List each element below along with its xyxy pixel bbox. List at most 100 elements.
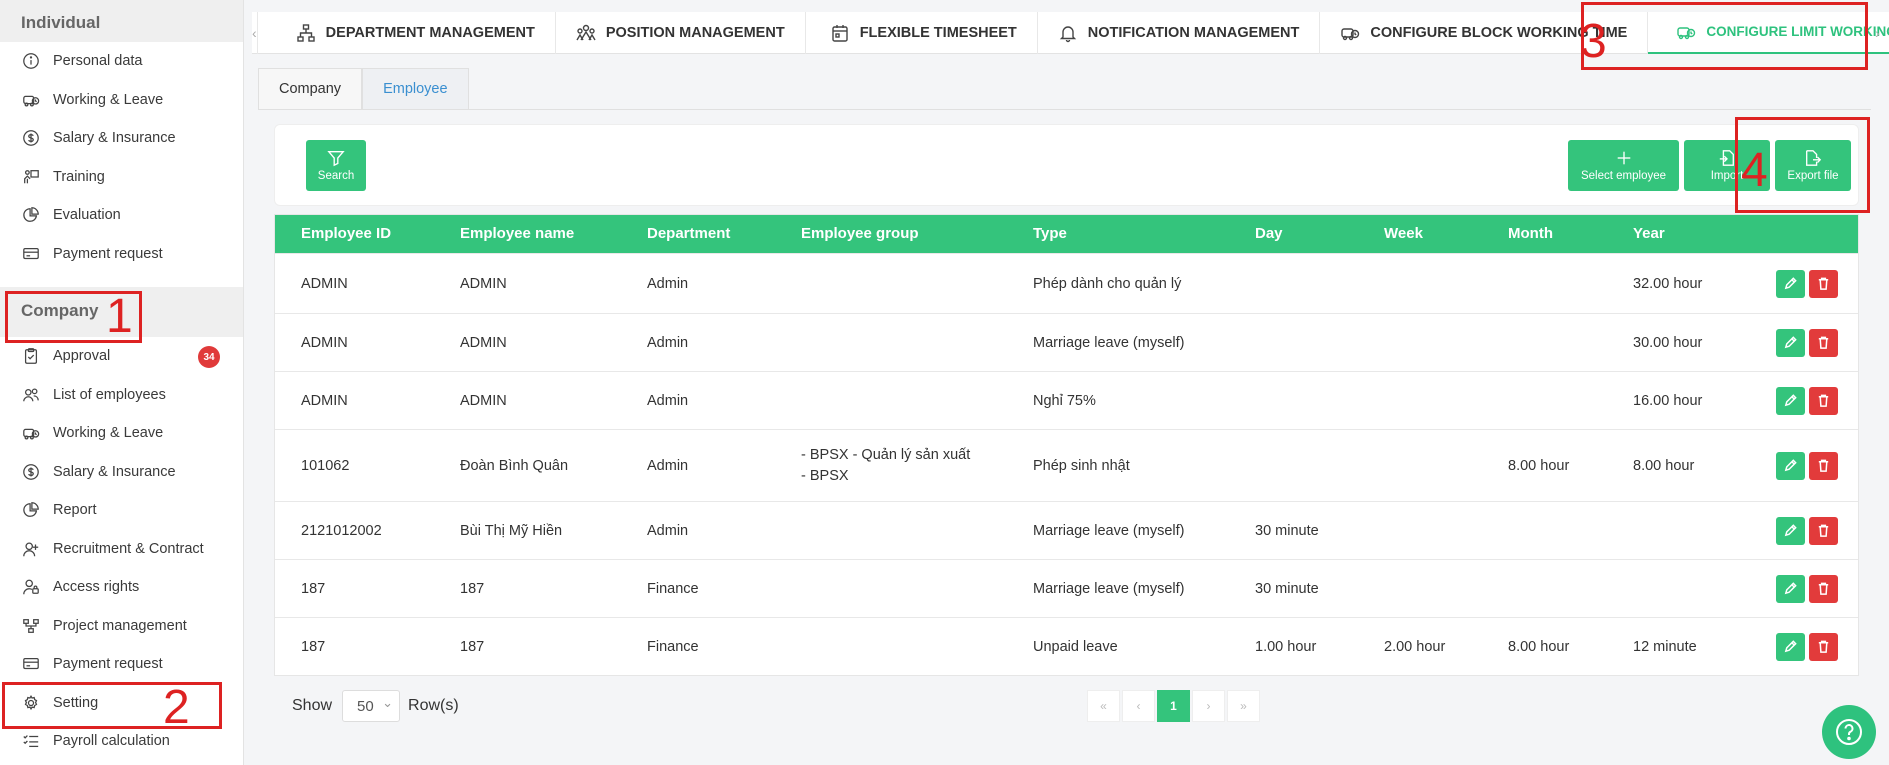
project-icon bbox=[21, 616, 41, 636]
edit-button[interactable] bbox=[1776, 386, 1805, 415]
cell-year: 16.00 hour bbox=[1633, 392, 1703, 409]
sidebar-item-evaluation[interactable]: Evaluation bbox=[0, 196, 243, 235]
sidebar-item-salary-insurance[interactable]: Salary & Insurance bbox=[0, 119, 243, 158]
edit-button[interactable] bbox=[1776, 516, 1805, 545]
edit-button[interactable] bbox=[1776, 451, 1805, 480]
pencil-icon bbox=[1784, 582, 1797, 595]
tab-label: FLEXIBLE TIMESHEET bbox=[859, 24, 1017, 41]
trash-icon bbox=[1818, 459, 1829, 472]
rows-per-page-select[interactable]: 50 bbox=[342, 690, 401, 722]
cell-dept: Finance bbox=[647, 580, 699, 597]
help-button[interactable] bbox=[1822, 705, 1876, 759]
annotation-number-4: 4 bbox=[1741, 144, 1768, 197]
last-page-button[interactable]: » bbox=[1227, 690, 1260, 722]
sidebar-item-company-working-leave[interactable]: Working & Leave bbox=[0, 414, 243, 453]
trash-icon bbox=[1818, 582, 1829, 595]
subtab-employee[interactable]: Employee bbox=[362, 68, 469, 110]
cell-name: ADMIN bbox=[460, 392, 507, 409]
cell-name: ADMIN bbox=[460, 275, 507, 292]
delete-button[interactable] bbox=[1809, 574, 1838, 603]
edit-button[interactable] bbox=[1776, 574, 1805, 603]
cell-dept: Admin bbox=[647, 392, 689, 409]
tab-notification-management[interactable]: NOTIFICATION MANAGEMENT bbox=[1038, 11, 1321, 54]
pencil-icon bbox=[1784, 524, 1797, 537]
prev-page-button[interactable]: ‹ bbox=[1122, 690, 1155, 722]
cell-group: - BPSX - Quản lý sản xuất - BPSX bbox=[801, 430, 970, 501]
sidebar-item-list-of-employees[interactable]: List of employees bbox=[0, 376, 243, 415]
delete-button[interactable] bbox=[1809, 451, 1838, 480]
col-year: Year bbox=[1633, 225, 1665, 242]
col-employee-group: Employee group bbox=[801, 225, 919, 242]
edit-button[interactable] bbox=[1776, 269, 1805, 298]
sidebar-item-recruitment-contract[interactable]: Recruitment & Contract bbox=[0, 530, 243, 569]
col-employee-id: Employee ID bbox=[301, 225, 392, 242]
delete-button[interactable] bbox=[1809, 516, 1838, 545]
user-plus-icon bbox=[21, 539, 41, 559]
sidebar-item-training[interactable]: Training bbox=[0, 158, 243, 197]
car-clock-icon bbox=[1340, 23, 1360, 43]
dollar-icon bbox=[21, 128, 41, 148]
tab-department-management[interactable]: DEPARTMENT MANAGEMENT bbox=[258, 11, 556, 54]
delete-button[interactable] bbox=[1809, 328, 1838, 357]
car-clock-icon bbox=[21, 423, 41, 443]
annotation-number-2: 2 bbox=[163, 681, 190, 734]
sidebar-item-working-leave[interactable]: Working & Leave bbox=[0, 81, 243, 120]
tab-label: POSITION MANAGEMENT bbox=[605, 24, 785, 41]
delete-button[interactable] bbox=[1809, 386, 1838, 415]
cell-year: 32.00 hour bbox=[1633, 275, 1703, 292]
search-button[interactable]: Search bbox=[306, 140, 366, 191]
cell-dept: Finance bbox=[647, 638, 699, 655]
annotation-box-limit-tab bbox=[1581, 2, 1868, 70]
edit-button[interactable] bbox=[1776, 632, 1805, 661]
sidebar-item-label: Working & Leave bbox=[53, 425, 164, 442]
sidebar-item-company-salary-insurance[interactable]: Salary & Insurance bbox=[0, 453, 243, 492]
tab-scroll-right-icon[interactable]: › bbox=[1865, 12, 1889, 54]
cell-id: ADMIN bbox=[301, 334, 348, 351]
cell-name: Đoàn Bình Quân bbox=[460, 457, 569, 474]
cell-month: 8.00 hour bbox=[1508, 638, 1570, 655]
rows-label: Row(s) bbox=[408, 697, 459, 714]
table-row: 187 187 Finance Unpaid leave 1.00 hour 2.00 h… bbox=[275, 617, 1858, 675]
sidebar-item-label: Project management bbox=[53, 617, 187, 634]
cell-year: 30.00 hour bbox=[1633, 334, 1703, 351]
table-header: Employee ID Employee name Department Emp… bbox=[275, 215, 1858, 253]
search-button-label: Search bbox=[317, 170, 355, 182]
delete-button[interactable] bbox=[1809, 269, 1838, 298]
bell-icon bbox=[1058, 23, 1078, 43]
calendar-icon bbox=[830, 23, 850, 43]
pencil-icon bbox=[1784, 640, 1797, 653]
page-1-button[interactable]: 1 bbox=[1157, 690, 1190, 722]
approval-count-badge: 34 bbox=[198, 346, 220, 368]
subtabs: Company Employee bbox=[258, 68, 469, 110]
first-page-button[interactable]: « bbox=[1087, 690, 1120, 722]
sidebar-item-access-rights[interactable]: Access rights bbox=[0, 568, 243, 607]
sidebar-item-payment-request[interactable]: Payment request bbox=[0, 235, 243, 274]
sidebar-item-personal-data[interactable]: Personal data bbox=[0, 42, 243, 81]
sidebar-item-company-payment-request[interactable]: Payment request bbox=[0, 645, 243, 684]
next-page-button[interactable]: › bbox=[1192, 690, 1225, 722]
trash-icon bbox=[1818, 524, 1829, 537]
pie-icon bbox=[21, 500, 41, 520]
tab-position-management[interactable]: POSITION MANAGEMENT bbox=[556, 11, 806, 54]
table-row: 187 187 Finance Marriage leave (myself) 30 m… bbox=[275, 559, 1858, 617]
cell-type: Phép dành cho quản lý bbox=[1033, 275, 1182, 292]
select-employee-label: Select employee bbox=[1580, 170, 1667, 182]
table-row: 2121012002 Bùi Thị Mỹ Hiền Admin Marriage l… bbox=[275, 501, 1858, 559]
delete-button[interactable] bbox=[1809, 632, 1838, 661]
sidebar-item-label: Payment request bbox=[53, 656, 163, 673]
sidebar-item-label: Salary & Insurance bbox=[53, 463, 176, 480]
sidebar-item-project-management[interactable]: Project management bbox=[0, 607, 243, 646]
cell-id: 101062 bbox=[301, 457, 350, 474]
cell-type: Phép sinh nhật bbox=[1033, 457, 1130, 474]
select-employee-button[interactable]: Select employee bbox=[1568, 140, 1679, 191]
cell-name: 187 bbox=[460, 638, 485, 655]
cell-day: 30 minute bbox=[1255, 522, 1319, 539]
edit-button[interactable] bbox=[1776, 328, 1805, 357]
sidebar-item-report[interactable]: Report bbox=[0, 491, 243, 530]
cell-year: 8.00 hour bbox=[1633, 457, 1695, 474]
filter-icon bbox=[327, 151, 345, 167]
tab-flexible-timesheet[interactable]: FLEXIBLE TIMESHEET bbox=[806, 11, 1038, 54]
subtab-company[interactable]: Company bbox=[258, 68, 363, 110]
cell-dept: Admin bbox=[647, 457, 689, 474]
annotation-number-3: 3 bbox=[1580, 15, 1607, 68]
